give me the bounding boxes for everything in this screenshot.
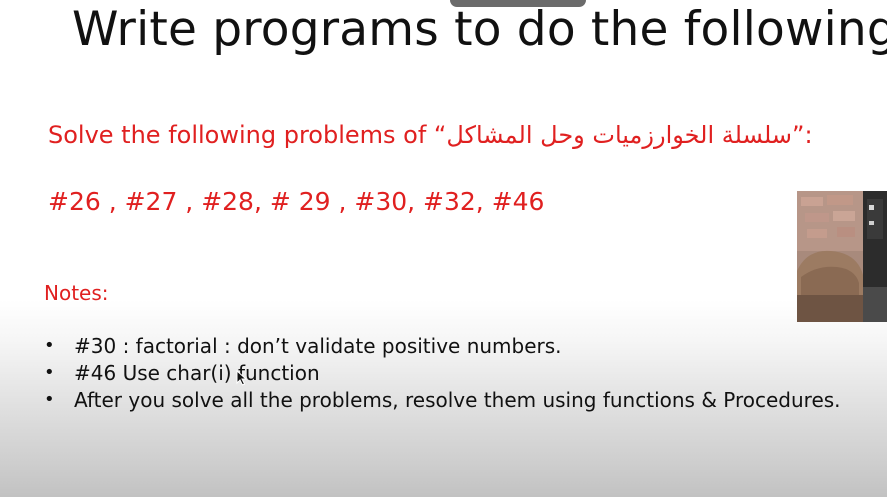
bullet-icon: • [44,362,55,383]
problem-numbers: #26 , #27 , #28, # 29 , #30, #32, #46 [48,187,545,216]
bullet-icon: • [44,335,55,356]
list-item: • After you solve all the problems, reso… [44,386,841,413]
note-text: #30 : factorial : don’t validate positiv… [74,333,562,358]
slide-title: Write programs to do the following: [72,2,887,57]
slide-subtitle: Solve the following problems of “سلسلة ا… [48,121,813,149]
subtitle-arabic-text: سلسلة الخوارزميات وحل المشاكل [446,121,793,149]
note-text: After you solve all the problems, resolv… [74,387,841,412]
list-item: • #46 Use char(i) function [44,359,841,386]
mouse-pointer-icon [236,370,248,386]
list-item: • #30 : factorial : don’t validate posit… [44,332,841,359]
notes-heading: Notes: [44,281,109,305]
bullet-icon: • [44,389,55,410]
notes-list: • #30 : factorial : don’t validate posit… [44,332,841,413]
subtitle-prefix: Solve the following problems of “ [48,121,447,149]
webcam-video-feed [797,191,887,322]
note-text: #46 Use char(i) function [74,360,320,385]
subtitle-suffix: ”: [792,121,813,149]
